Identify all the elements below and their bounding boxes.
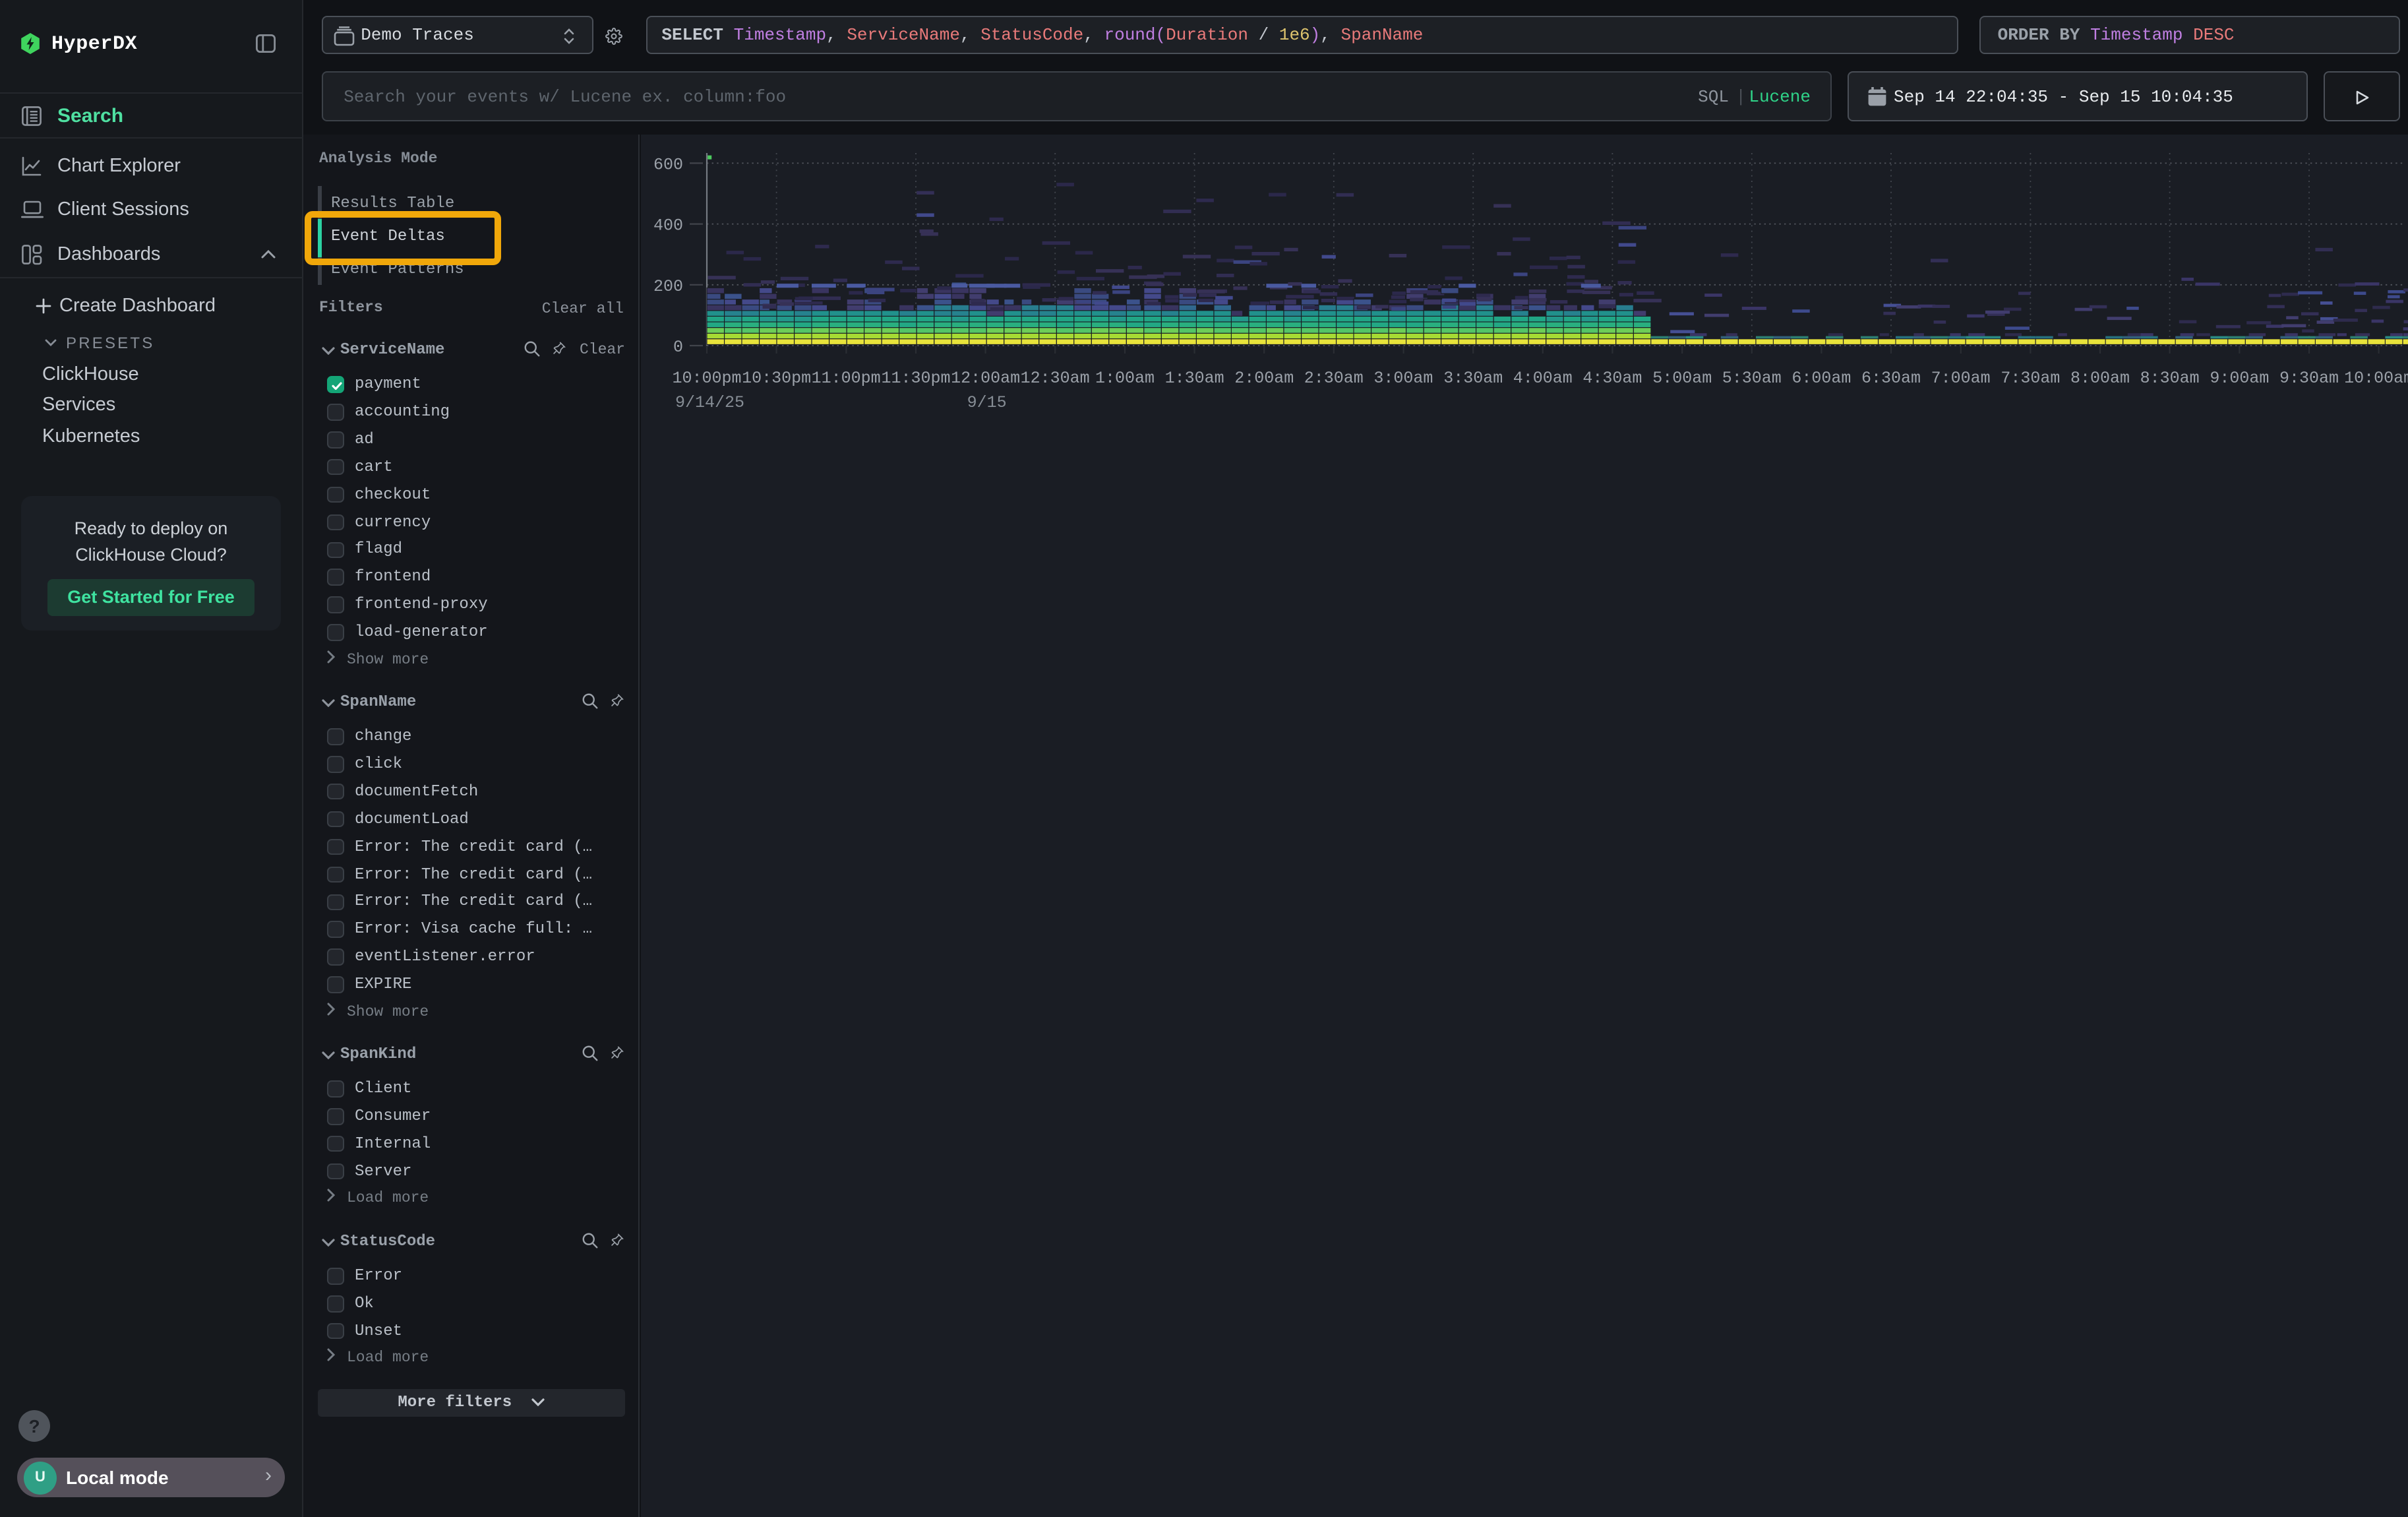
- svg-text:6:00am: 6:00am: [1791, 369, 1851, 388]
- svg-text:7:30am: 7:30am: [2001, 369, 2060, 388]
- svg-text:0: 0: [673, 338, 683, 357]
- svg-text:2:30am: 2:30am: [1304, 369, 1364, 388]
- svg-text:9/15: 9/15: [967, 393, 1007, 412]
- svg-text:11:30pm: 11:30pm: [881, 369, 950, 388]
- svg-text:1:30am: 1:30am: [1165, 369, 1224, 388]
- svg-text:6:30am: 6:30am: [1861, 369, 1921, 388]
- svg-text:8:00am: 8:00am: [2070, 369, 2130, 388]
- svg-text:1:00am: 1:00am: [1095, 369, 1155, 388]
- svg-text:8:30am: 8:30am: [2140, 369, 2200, 388]
- svg-text:12:30am: 12:30am: [1021, 369, 1090, 388]
- svg-text:5:30am: 5:30am: [1722, 369, 1782, 388]
- svg-text:9/14/25: 9/14/25: [675, 393, 744, 412]
- svg-text:9:00am: 9:00am: [2210, 369, 2269, 388]
- svg-text:200: 200: [653, 277, 683, 296]
- svg-text:5:00am: 5:00am: [1652, 369, 1712, 388]
- svg-text:10:30pm: 10:30pm: [742, 369, 811, 388]
- svg-text:2:00am: 2:00am: [1234, 369, 1294, 388]
- svg-text:400: 400: [653, 216, 683, 235]
- svg-text:3:00am: 3:00am: [1373, 369, 1433, 388]
- svg-text:600: 600: [653, 155, 683, 174]
- svg-text:10:00am: 10:00am: [2344, 369, 2408, 388]
- svg-text:11:00pm: 11:00pm: [812, 369, 881, 388]
- svg-text:7:00am: 7:00am: [1931, 369, 1991, 388]
- svg-text:12:00am: 12:00am: [951, 369, 1020, 388]
- svg-text:9:30am: 9:30am: [2279, 369, 2339, 388]
- svg-text:4:30am: 4:30am: [1582, 369, 1642, 388]
- svg-text:3:30am: 3:30am: [1443, 369, 1503, 388]
- svg-text:4:00am: 4:00am: [1513, 369, 1573, 388]
- svg-text:10:00pm: 10:00pm: [672, 369, 741, 388]
